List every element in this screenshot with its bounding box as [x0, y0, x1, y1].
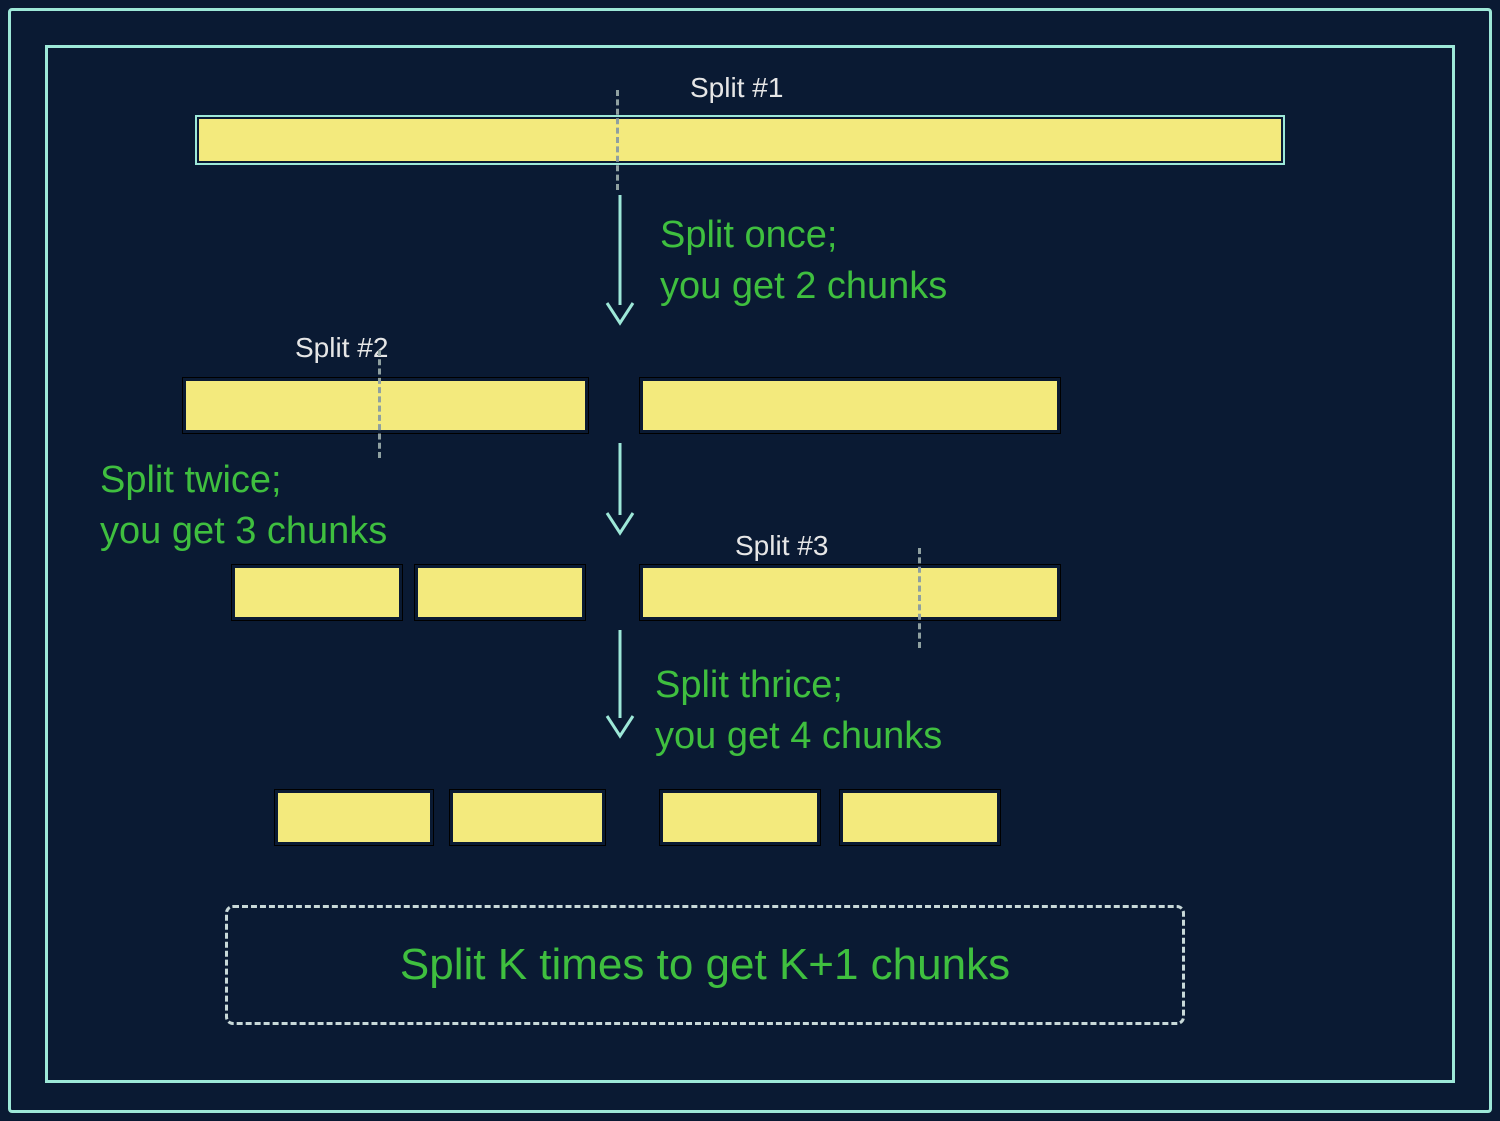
bar-row4-a: [275, 790, 433, 845]
bar-row3-b: [415, 565, 585, 620]
bar-row4-d: [840, 790, 1000, 845]
arrow-2: [595, 443, 645, 543]
arrow-1: [595, 195, 645, 335]
bar-row2-right: [640, 378, 1060, 433]
bar-row3-a: [232, 565, 402, 620]
conclusion-box: Split K times to get K+1 chunks: [225, 905, 1185, 1025]
bar-row1: [195, 115, 1285, 165]
caption-thrice: Split thrice; you get 4 chunks: [655, 660, 942, 763]
split-1-label: Split #1: [690, 72, 783, 104]
conclusion-text: Split K times to get K+1 chunks: [400, 940, 1010, 990]
bar-row4-c: [660, 790, 820, 845]
dash-split-1: [616, 90, 619, 190]
dash-split-2: [378, 350, 381, 458]
bar-row3-c: [640, 565, 1060, 620]
bar-row2-left: [183, 378, 588, 433]
caption-twice: Split twice; you get 3 chunks: [100, 455, 387, 558]
split-3-label: Split #3: [735, 530, 828, 562]
caption-once: Split once; you get 2 chunks: [660, 210, 947, 313]
dash-split-3: [918, 548, 921, 648]
arrow-3: [595, 630, 645, 745]
split-2-label: Split #2: [295, 332, 388, 364]
bar-row4-b: [450, 790, 605, 845]
